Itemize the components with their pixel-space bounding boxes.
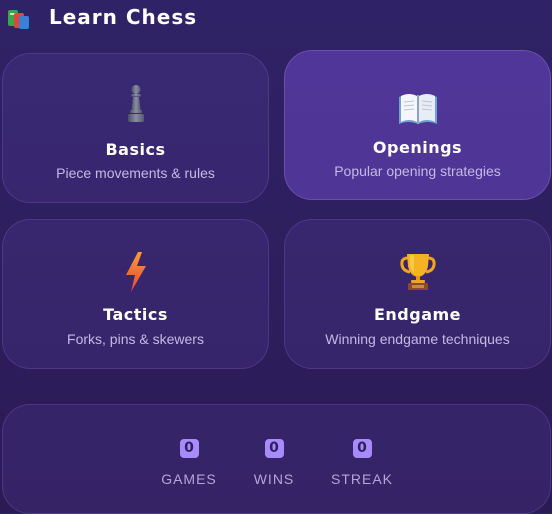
card-title: Tactics xyxy=(103,305,168,324)
card-openings[interactable]: Openings Popular opening strategies xyxy=(284,50,551,200)
card-endgame[interactable]: Endgame Winning endgame techniques xyxy=(284,219,551,369)
stat-value: 0 xyxy=(179,439,199,458)
pawn-icon xyxy=(3,84,268,124)
card-title: Endgame xyxy=(373,305,462,324)
card-subtitle: Forks, pins & skewers xyxy=(67,331,204,347)
stat-label: STREAK xyxy=(330,471,393,487)
stat-wins: 0 WINS xyxy=(247,437,301,487)
card-subtitle: Winning endgame techniques xyxy=(325,331,510,347)
card-basics[interactable]: Basics Piece movements & rules xyxy=(2,53,269,203)
stats-panel: 0 GAMES 0 WINS 0 STREAK xyxy=(2,404,551,514)
stat-label: WINS xyxy=(253,471,295,487)
open-book-icon xyxy=(285,91,550,127)
stat-label: GAMES xyxy=(161,471,217,487)
card-subtitle: Piece movements & rules xyxy=(56,165,215,181)
stat-games: 0 GAMES xyxy=(159,437,219,487)
header: Learn Chess xyxy=(6,4,197,30)
stat-value: 0 xyxy=(264,439,284,458)
card-title: Basics xyxy=(105,140,166,159)
page-title: Learn Chess xyxy=(49,5,198,29)
books-icon xyxy=(6,4,32,30)
trophy-icon xyxy=(285,252,550,292)
card-subtitle: Popular opening strategies xyxy=(334,163,501,179)
stat-streak: 0 STREAK xyxy=(329,437,395,487)
card-tactics[interactable]: Tactics Forks, pins & skewers xyxy=(2,219,269,369)
card-title: Openings xyxy=(372,138,463,157)
lightning-icon xyxy=(3,251,268,293)
stat-value: 0 xyxy=(352,439,372,458)
